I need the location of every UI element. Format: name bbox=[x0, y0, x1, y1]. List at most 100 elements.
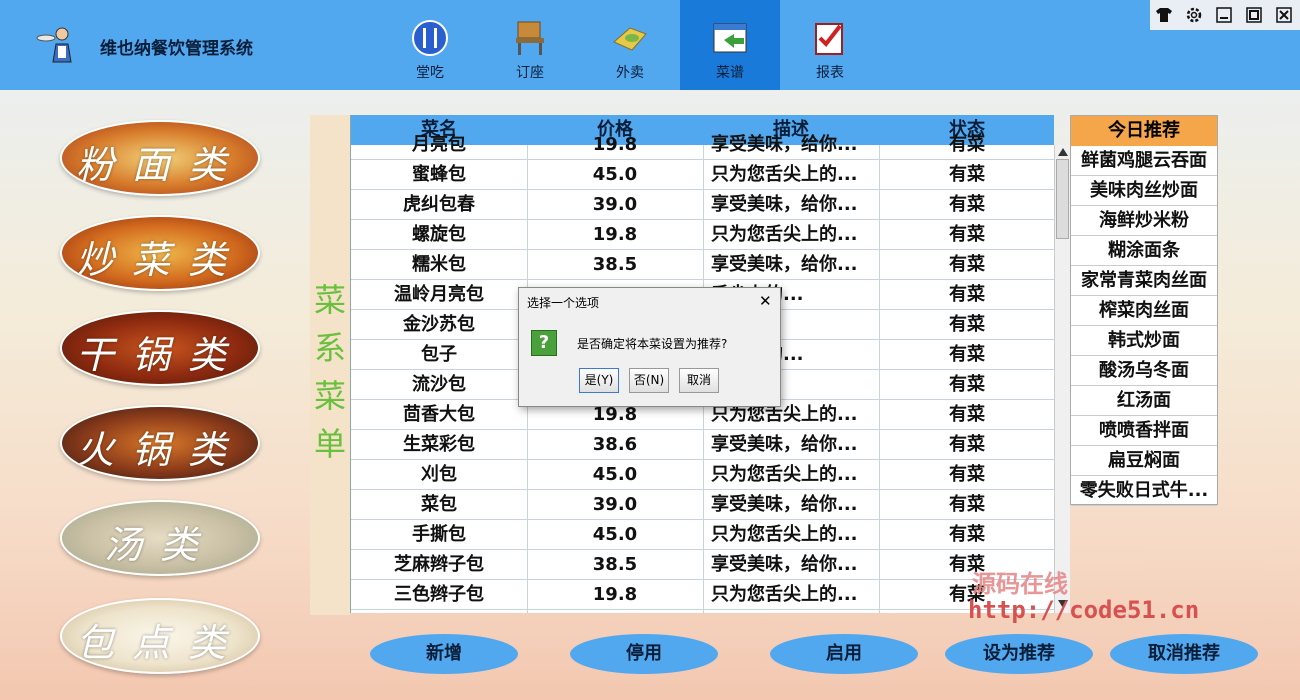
nav-dine-in[interactable]: 堂吃 bbox=[380, 0, 480, 90]
cell-name: 虎纠包春 bbox=[403, 194, 475, 215]
add-button[interactable]: 新增 bbox=[370, 634, 518, 674]
cell-status: 有菜 bbox=[949, 404, 985, 425]
cell-status: 有菜 bbox=[949, 254, 985, 275]
dialog-title: 选择一个选项 bbox=[527, 296, 600, 310]
category-noodles[interactable]: 粉面类 bbox=[60, 120, 260, 196]
recommend-item[interactable]: 喷喷香拌面 bbox=[1071, 416, 1217, 446]
cell-price: 45.0 bbox=[592, 164, 638, 185]
table-scrollbar[interactable] bbox=[1054, 145, 1070, 613]
recommend-item[interactable]: 美味肉丝炒面 bbox=[1071, 176, 1217, 206]
report-checklist-icon bbox=[815, 23, 843, 55]
category-label: 干锅类 bbox=[75, 333, 244, 377]
cell-price: 38.5 bbox=[592, 554, 638, 575]
recommend-item[interactable]: 零失败日式牛... bbox=[1071, 476, 1217, 506]
nav-reservation[interactable]: 订座 bbox=[480, 0, 580, 90]
category-buns[interactable]: 包点类 bbox=[60, 598, 260, 674]
category-label: 炒菜类 bbox=[75, 238, 244, 282]
cell-description: 只为您舌尖上的... bbox=[711, 224, 858, 245]
cell-name: 流沙包 bbox=[412, 374, 466, 395]
nav-label: 订座 bbox=[516, 65, 544, 81]
menu-book-icon bbox=[713, 23, 747, 53]
cell-name: 生菜彩包 bbox=[403, 434, 475, 455]
recommend-item[interactable]: 海鲜炒米粉 bbox=[1071, 206, 1217, 236]
recommend-item[interactable]: 鲜菌鸡腿云吞面 bbox=[1071, 146, 1217, 176]
cell-description: 享受美味，给你... bbox=[711, 554, 858, 575]
cell-name: 温岭月亮包 bbox=[394, 284, 484, 305]
cell-name: 月亮包 bbox=[412, 134, 466, 155]
recommend-item[interactable]: 家常青菜肉丝面 bbox=[1071, 266, 1217, 296]
cell-price: 19.8 bbox=[592, 134, 638, 155]
cancel-recommend-button[interactable]: 取消推荐 bbox=[1110, 634, 1258, 674]
cell-price: 39.0 bbox=[592, 194, 638, 215]
cell-status: 有菜 bbox=[949, 344, 985, 365]
recommend-title: 今日推荐 bbox=[1071, 116, 1217, 146]
vertical-char: 菜 bbox=[313, 281, 346, 319]
recommend-item[interactable]: 韩式炒面 bbox=[1071, 326, 1217, 356]
nav-label: 菜谱 bbox=[716, 65, 744, 81]
cell-description: 只为您舌尖上的... bbox=[711, 164, 858, 185]
category-dry-pot[interactable]: 干锅类 bbox=[60, 310, 260, 386]
top-header: 维也纳餐饮管理系统 堂吃 订座 外卖 菜谱 报表 bbox=[0, 0, 1300, 90]
cell-status: 有菜 bbox=[949, 224, 985, 245]
close-icon[interactable] bbox=[1272, 4, 1296, 26]
recommend-item[interactable]: 榨菜肉丝面 bbox=[1071, 296, 1217, 326]
cell-name: 刈包 bbox=[421, 464, 457, 485]
nav-menu[interactable]: 菜谱 bbox=[680, 0, 780, 90]
disable-button[interactable]: 停用 bbox=[570, 634, 718, 674]
minimize-icon[interactable] bbox=[1212, 4, 1236, 26]
cell-description: 享受美味，给你... bbox=[711, 194, 858, 215]
cell-name: 蜜蜂包 bbox=[412, 164, 466, 185]
window-controls bbox=[1150, 0, 1300, 30]
dialog-yes-button[interactable]: 是(Y) bbox=[579, 368, 619, 393]
cell-name: 糯米包 bbox=[412, 254, 466, 275]
dialog-no-button[interactable]: 否(N) bbox=[629, 368, 669, 393]
cell-price: 19.8 bbox=[592, 224, 638, 245]
cell-price: 19.8 bbox=[592, 584, 638, 605]
cell-price: 38.5 bbox=[592, 254, 638, 275]
cell-name: 三色辫子包 bbox=[394, 584, 484, 605]
cell-description: 享受美味，给你... bbox=[711, 134, 858, 155]
cell-description: 只为您舌尖上的... bbox=[711, 584, 858, 605]
recommend-item[interactable]: 扁豆焖面 bbox=[1071, 446, 1217, 476]
set-recommend-button[interactable]: 设为推荐 bbox=[945, 634, 1093, 674]
cell-status: 有菜 bbox=[949, 284, 985, 305]
watermark-url: http://code51.cn bbox=[968, 596, 1200, 624]
category-stir-fry[interactable]: 炒菜类 bbox=[60, 215, 260, 291]
confirm-dialog: 选择一个选项 ✕ ? 是否确定将本菜设置为推荐? 是(Y) 否(N) 取消 bbox=[518, 287, 781, 407]
category-soup[interactable]: 汤类 bbox=[60, 500, 260, 576]
recommend-item[interactable]: 糊涂面条 bbox=[1071, 236, 1217, 266]
category-label: 包点类 bbox=[75, 621, 244, 665]
nav-label: 堂吃 bbox=[416, 65, 444, 81]
recommend-item[interactable]: 红汤面 bbox=[1071, 386, 1217, 416]
chef-waiter-logo-icon bbox=[36, 27, 72, 63]
cell-description: 只为您舌尖上的... bbox=[711, 524, 858, 545]
cell-status: 有菜 bbox=[949, 434, 985, 455]
skin-icon[interactable] bbox=[1152, 4, 1176, 26]
cell-description: 享受美味，给你... bbox=[711, 434, 858, 455]
cell-price: 39.0 bbox=[592, 494, 638, 515]
cell-status: 有菜 bbox=[949, 494, 985, 515]
maximize-icon[interactable] bbox=[1242, 4, 1266, 26]
cell-status: 有菜 bbox=[949, 134, 985, 155]
category-hot-pot[interactable]: 火锅类 bbox=[60, 405, 260, 481]
enable-button[interactable]: 启用 bbox=[770, 634, 918, 674]
vertical-char: 系 bbox=[313, 329, 346, 367]
nav-report[interactable]: 报表 bbox=[780, 0, 880, 90]
cell-price: 38.6 bbox=[592, 434, 638, 455]
scroll-thumb[interactable] bbox=[1056, 159, 1069, 239]
dialog-cancel-button[interactable]: 取消 bbox=[679, 368, 719, 393]
nav-takeout[interactable]: 外卖 bbox=[580, 0, 680, 90]
dialog-close-icon[interactable]: ✕ bbox=[759, 292, 772, 310]
category-label: 汤类 bbox=[103, 523, 216, 567]
cell-description: 享受美味，给你... bbox=[711, 494, 858, 515]
watermark-text: 源码在线 bbox=[972, 570, 1068, 598]
recommend-item[interactable]: 酸汤乌冬面 bbox=[1071, 356, 1217, 386]
scroll-up-icon[interactable] bbox=[1058, 148, 1068, 156]
settings-icon[interactable] bbox=[1182, 4, 1206, 26]
category-label: 火锅类 bbox=[75, 428, 244, 472]
cell-name: 手撕包 bbox=[412, 524, 466, 545]
app-title: 维也纳餐饮管理系统 bbox=[100, 39, 253, 59]
cell-name: 金沙苏包 bbox=[403, 314, 475, 335]
cell-name: 包子 bbox=[421, 344, 457, 365]
chair-icon bbox=[516, 21, 544, 55]
